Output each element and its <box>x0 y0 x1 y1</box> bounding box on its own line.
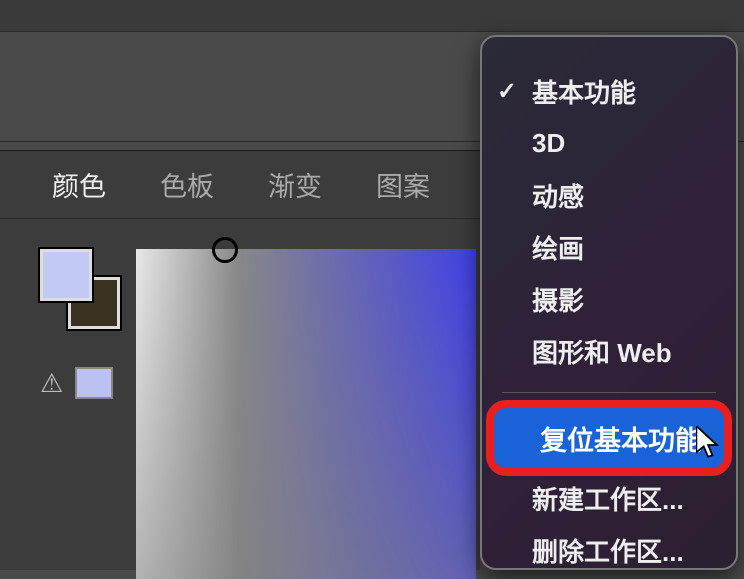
menu-item-reset-essentials[interactable]: 复位基本功能 <box>490 408 728 468</box>
title-bar <box>0 0 744 32</box>
menu-item-photography[interactable]: 摄影 <box>482 273 736 325</box>
menu-separator <box>502 392 716 393</box>
gamut-warning[interactable]: ⚠ <box>40 367 113 399</box>
menu-item-motion[interactable]: 动感 <box>482 169 736 221</box>
menu-item-graphic-web[interactable]: 图形和 Web <box>482 325 736 377</box>
menu-item-essentials[interactable]: 基本功能 <box>482 65 736 117</box>
menu-item-painting[interactable]: 绘画 <box>482 221 736 273</box>
menu-item-new-workspace[interactable]: 新建工作区... <box>482 472 736 524</box>
menu-highlight-wrap: 复位基本功能 <box>490 408 728 468</box>
swatches-column: ⚠ <box>0 219 130 569</box>
color-panel: 颜色 色板 渐变 图案 ⚠ <box>0 150 480 570</box>
color-field[interactable] <box>136 249 476 579</box>
tab-swatches[interactable]: 色板 <box>148 157 226 212</box>
warning-icon: ⚠ <box>40 368 63 399</box>
foreground-swatch[interactable] <box>40 249 92 301</box>
tab-pattern[interactable]: 图案 <box>364 157 442 212</box>
foreground-background-swatch[interactable] <box>40 249 120 329</box>
menu-item-delete-workspace[interactable]: 删除工作区... <box>482 524 736 576</box>
tab-color[interactable]: 颜色 <box>40 157 118 212</box>
tab-gradient[interactable]: 渐变 <box>256 157 334 212</box>
panel-tabs: 颜色 色板 渐变 图案 <box>0 151 480 219</box>
menu-item-3d[interactable]: 3D <box>482 117 736 169</box>
gamut-swatch[interactable] <box>75 367 113 399</box>
color-panel-body: ⚠ <box>0 219 480 569</box>
color-picker-ring[interactable] <box>212 237 238 263</box>
workspace-menu: 基本功能 3D 动感 绘画 摄影 图形和 Web 复位基本功能 新建工作区...… <box>480 35 738 570</box>
